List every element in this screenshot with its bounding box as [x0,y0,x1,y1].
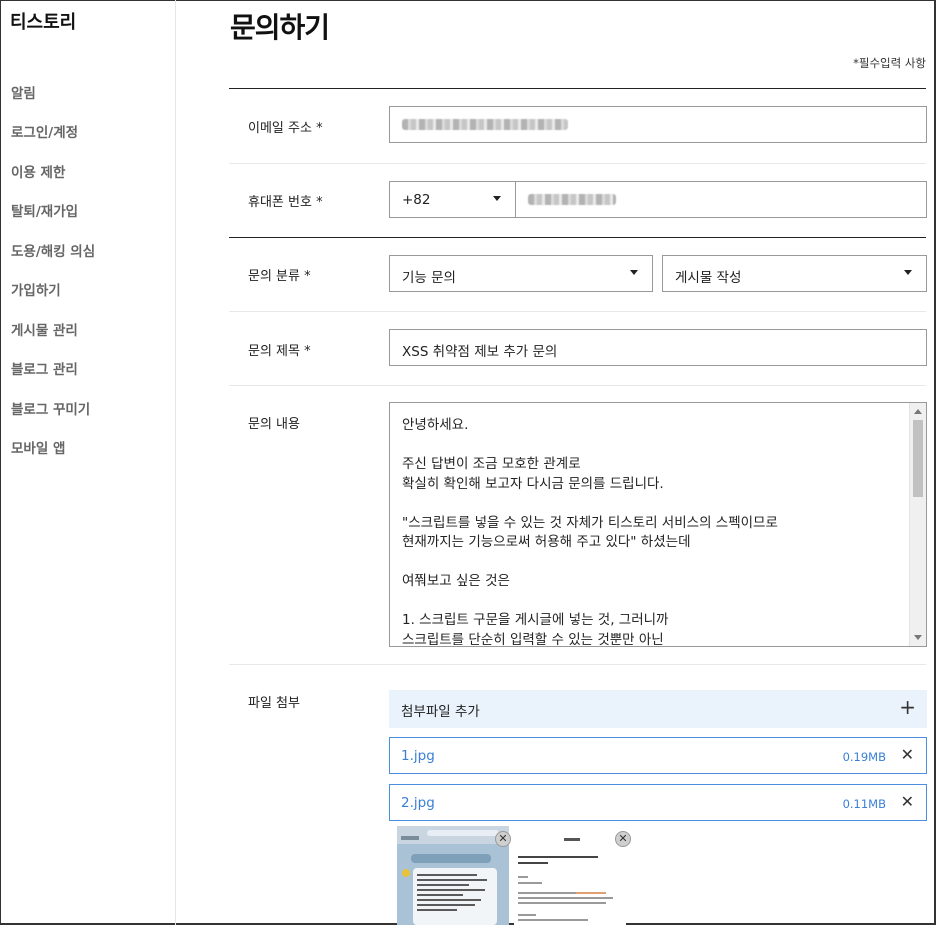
content-text: 안녕하세요. 주신 답변이 조금 모호한 관계로확실히 확인해 보고자 다시금 문… [402,416,907,647]
chevron-down-icon [630,270,638,275]
sidebar-item-notice[interactable]: 알림 [11,82,36,102]
sidebar-item-signup[interactable]: 가입하기 [11,279,61,299]
divider [229,88,926,89]
content-line: 안녕하세요. [402,417,469,433]
add-attachment-label: 첨부파일 추가 [401,704,480,720]
content-label: 문의 내용 [248,417,300,432]
content-line: 주신 답변이 조금 모호한 관계로 [402,456,581,472]
divider [229,664,926,665]
content-line [402,553,907,573]
brand-logo[interactable]: 티스토리 [10,8,76,34]
category-primary-value: 기능 문의 [402,270,456,286]
file-size: 0.19MB [842,750,886,764]
sidebar-item-login-account[interactable]: 로그인/계정 [11,121,78,141]
content-textarea[interactable]: 안녕하세요. 주신 답변이 조금 모호한 관계로확실히 확인해 보고자 다시금 문… [389,402,927,647]
email-field[interactable] [389,106,927,143]
scroll-down-arrow-icon[interactable] [914,635,922,640]
page-title: 문의하기 [230,11,330,44]
image-thumbnail [514,826,626,925]
sidebar-item-restriction[interactable]: 이용 제한 [11,161,65,181]
sidebar-item-post-manage[interactable]: 게시물 관리 [11,319,78,339]
remove-file-close-icon[interactable]: ✕ [901,792,914,811]
scrollbar-thumb[interactable] [913,420,923,497]
chevron-down-icon [493,196,501,201]
scroll-up-arrow-icon[interactable] [914,409,922,414]
category-primary-select[interactable]: 기능 문의 [389,255,653,292]
attachment-label: 파일 첨부 [248,696,300,711]
subject-label: 문의 제목 * [248,344,311,359]
image-thumbnail [397,826,509,925]
attached-file-row: 1.jpg 0.19MB ✕ [389,737,927,774]
divider [229,163,926,164]
category-label: 문의 분류 * [248,269,311,284]
redacted-email [402,119,568,130]
chevron-down-icon [904,270,912,275]
remove-image-close-icon[interactable]: ✕ [495,831,511,847]
subject-field[interactable]: XSS 취약점 제보 추가 문의 [389,329,927,366]
country-code-value: +82 [402,192,431,208]
remove-file-close-icon[interactable]: ✕ [901,745,914,764]
country-code-select[interactable]: +82 [389,181,516,218]
divider [229,237,926,238]
required-note: *필수입력 사항 [853,56,926,70]
sidebar-item-hacking[interactable]: 도용/해킹 의심 [11,240,95,260]
file-name: 2.jpg [401,795,435,811]
content-line [402,592,907,612]
sidebar-item-blog-design[interactable]: 블로그 꾸미기 [11,398,90,418]
category-secondary-select[interactable]: 게시물 작성 [662,255,927,292]
content-line: 스크립트를 단순히 입력할 수 있는 것뿐만 아닌 [402,631,664,647]
category-secondary-value: 게시물 작성 [675,270,742,286]
sidebar: 티스토리 알림 로그인/계정 이용 제한 탈퇴/재가입 도용/해킹 의심 가입하… [0,0,176,925]
sidebar-item-mobile-app[interactable]: 모바일 앱 [11,437,65,457]
content-line: "스크립트를 넣을 수 있는 것 자체가 티스토리 서비스의 스펙이므로 [402,514,778,531]
phone-label: 휴대폰 번호 * [248,195,323,210]
email-label: 이메일 주소 * [248,121,323,136]
subject-value: XSS 취약점 제보 추가 문의 [402,344,558,360]
plus-icon[interactable]: + [899,696,916,718]
sidebar-item-blog-manage[interactable]: 블로그 관리 [11,358,78,378]
content-line: 확실히 확인해 보고자 다시금 문의를 드립니다. [402,475,664,492]
attached-file-row: 2.jpg 0.11MB ✕ [389,784,927,821]
sidebar-item-withdraw-rejoin[interactable]: 탈퇴/재가입 [11,200,78,220]
textarea-scrollbar[interactable] [909,403,926,646]
phone-field[interactable] [515,181,927,218]
remove-image-close-icon[interactable]: ✕ [615,831,631,847]
file-name: 1.jpg [401,748,435,764]
content-line [402,436,907,456]
redacted-phone [528,194,616,205]
content-line [402,494,907,514]
content-line: 여쭤보고 싶은 것은 [402,573,510,589]
content-line: 현재까지는 기능으로써 허용해 주고 있다" 하셨는데 [402,534,691,550]
content-line: 1. 스크립트 구문을 게시글에 넣는 것, 그러니까 [402,612,669,628]
file-size: 0.11MB [842,797,886,811]
divider [229,385,926,386]
add-attachment-button[interactable]: 첨부파일 추가 + [389,690,927,728]
divider [229,311,926,312]
